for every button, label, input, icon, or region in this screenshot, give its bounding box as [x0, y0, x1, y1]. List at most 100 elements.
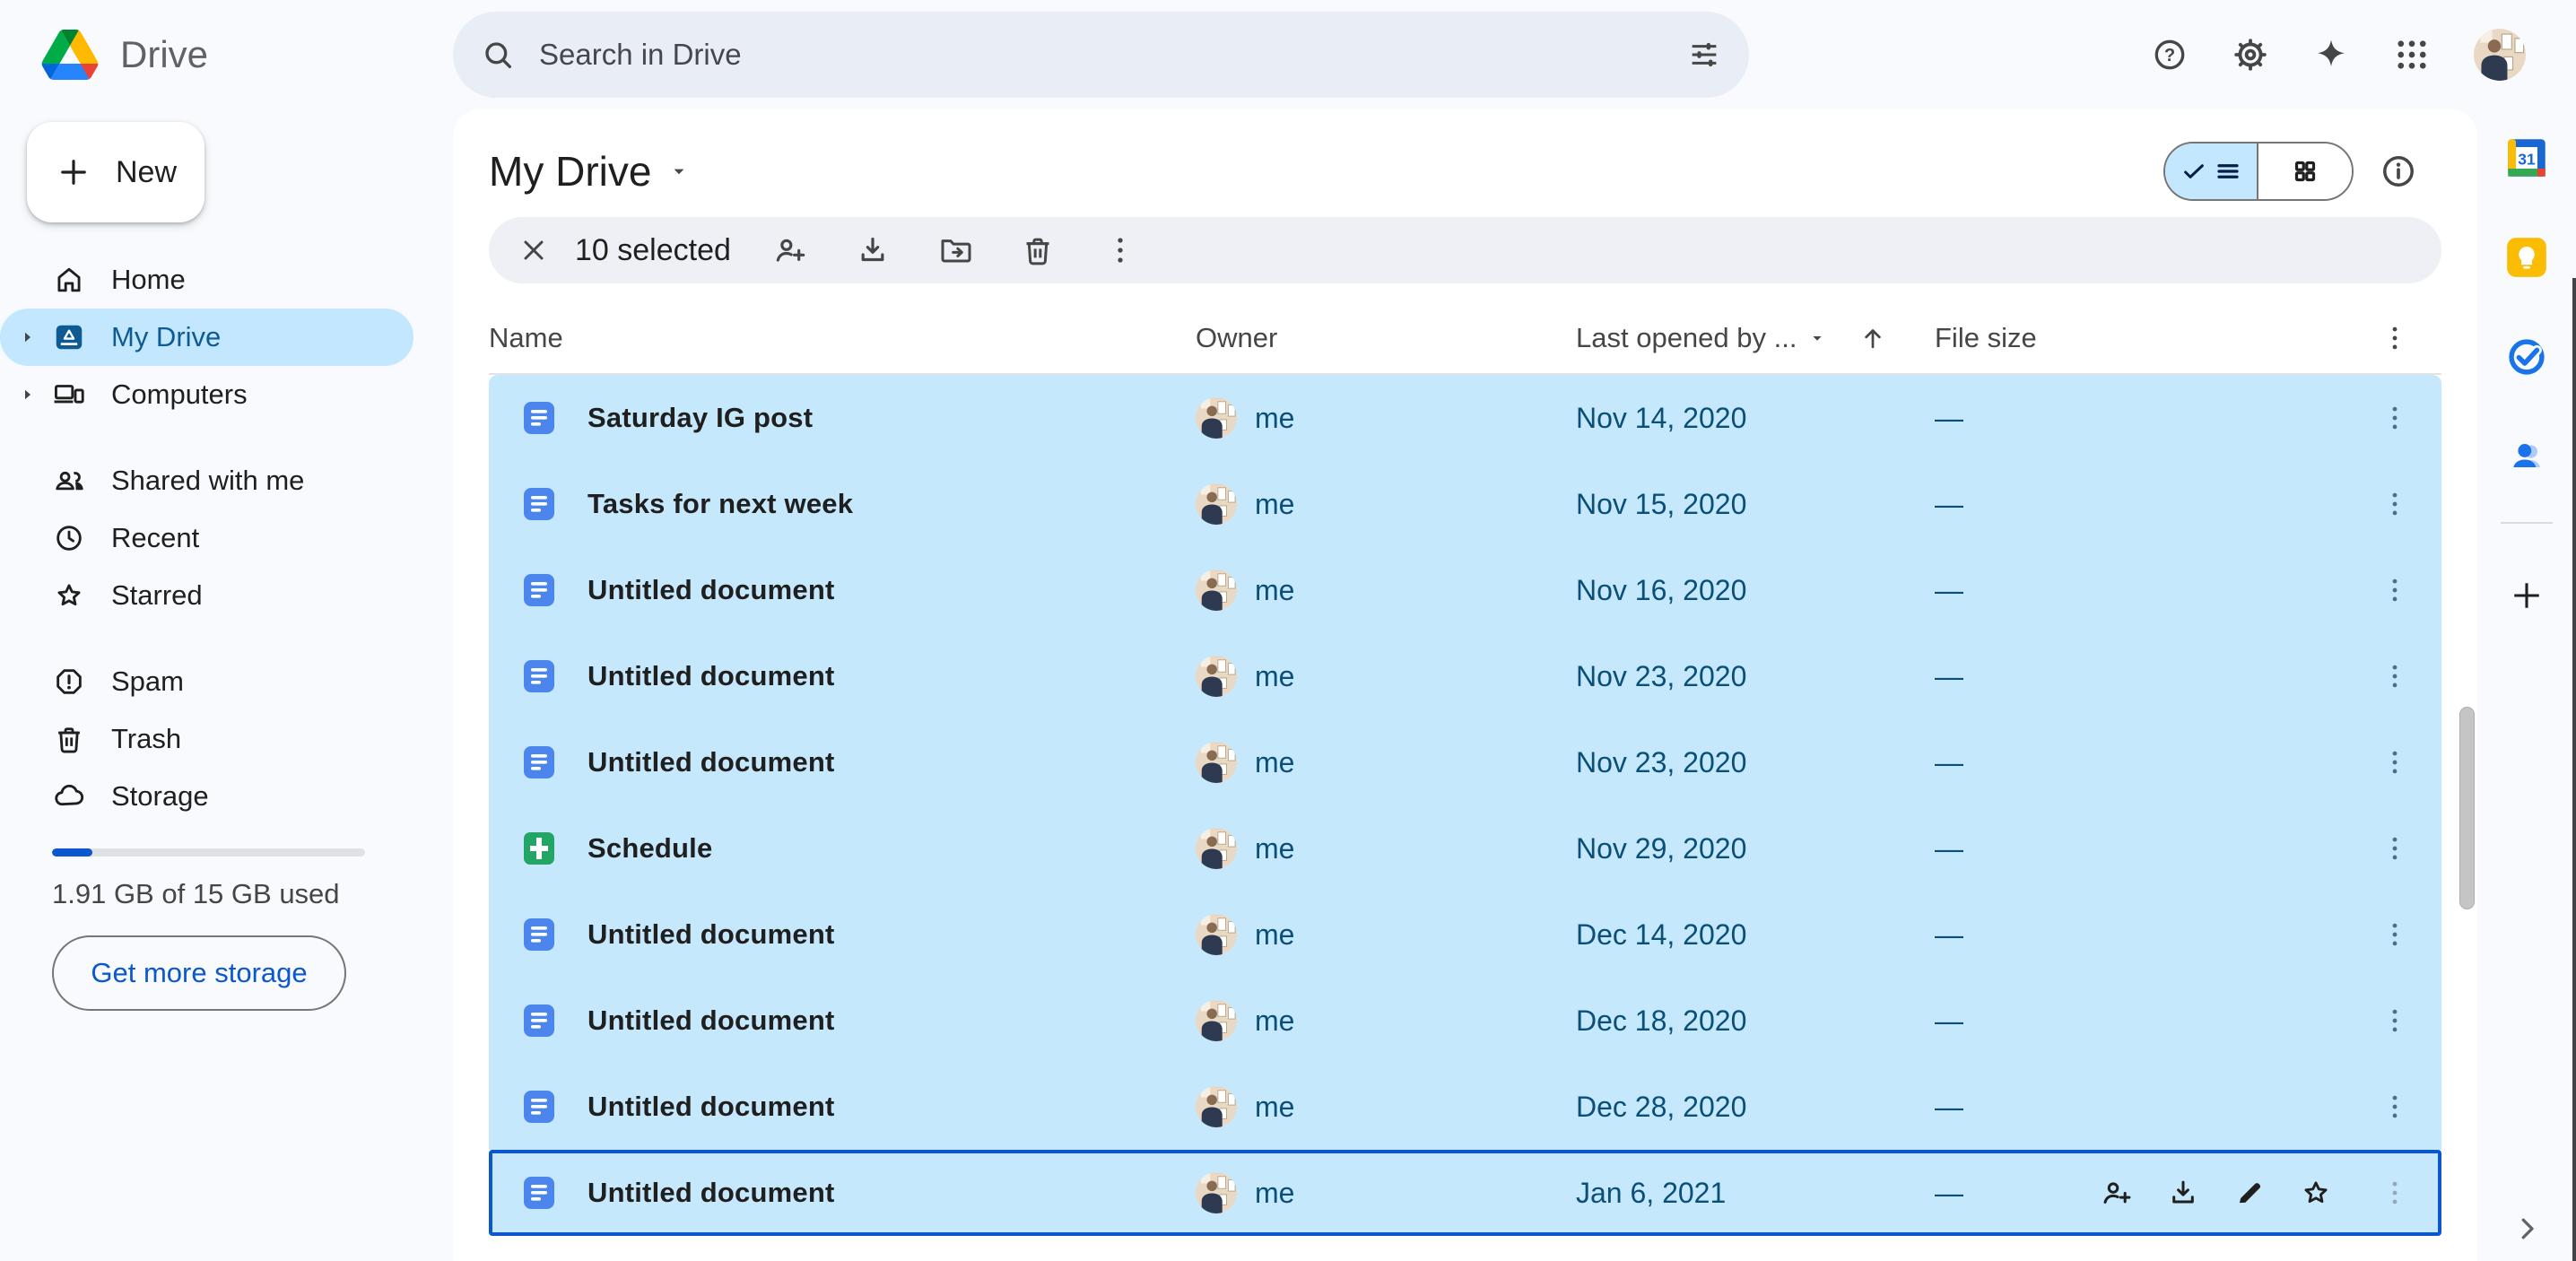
collapse-panel-chevron-icon[interactable] — [2511, 1213, 2543, 1245]
new-button[interactable]: New — [27, 122, 205, 222]
owner-label: me — [1255, 745, 1295, 778]
last-opened-value: Nov 16, 2020 — [1576, 573, 1747, 606]
column-header-name[interactable]: Name — [489, 322, 1196, 354]
my-drive-icon — [56, 325, 83, 350]
file-name-cell: Untitled document — [489, 572, 1196, 608]
table-row[interactable]: Schedule me Nov 29, 2020 — — [489, 805, 2441, 891]
rename-pencil-icon[interactable] — [2232, 1176, 2267, 1210]
owner-label: me — [1255, 1004, 1295, 1037]
owner-label: me — [1255, 831, 1295, 865]
file-name: Untitled document — [587, 1004, 835, 1036]
grid-view-button[interactable] — [2258, 143, 2352, 199]
table-row[interactable]: Tasks for next week me Nov 15, 2020 — — [489, 461, 2441, 547]
side-panel-divider — [2501, 522, 2553, 524]
file-name: Untitled document — [587, 574, 835, 605]
list-view-icon — [2217, 164, 2239, 178]
column-header-file-size[interactable]: File size — [1935, 322, 2347, 354]
last-opened-value: Nov 15, 2020 — [1576, 487, 1747, 520]
get-add-ons-plus-icon[interactable] — [2507, 576, 2546, 615]
sidebar-item-home[interactable]: Home — [0, 251, 413, 309]
owner-avatar — [1196, 570, 1237, 611]
help-icon[interactable]: ? — [2151, 36, 2189, 74]
keep-icon[interactable] — [2505, 236, 2548, 279]
table-row[interactable]: Saturday IG post me Nov 14, 2020 — — [489, 375, 2441, 461]
download-icon[interactable] — [2166, 1176, 2200, 1210]
trash-icon[interactable] — [1020, 232, 1056, 268]
google-doc-icon — [524, 918, 554, 951]
owner-avatar — [1196, 1000, 1237, 1041]
table-row[interactable]: Untitled document me Nov 23, 2020 — — [489, 719, 2441, 805]
table-row[interactable]: Untitled document me Dec 14, 2020 — — [489, 891, 2441, 978]
get-more-storage-button[interactable]: Get more storage — [52, 935, 346, 1011]
sidebar-item-trash[interactable]: Trash — [0, 710, 413, 768]
column-header-last-opened[interactable]: Last opened by ... — [1576, 322, 1935, 354]
sidebar-item-computers[interactable]: Computers — [0, 366, 413, 423]
file-size-value: — — [1935, 659, 1963, 692]
row-more-options-icon[interactable] — [2379, 1177, 2411, 1209]
owner-cell: me — [1196, 914, 1576, 955]
page-title[interactable]: My Drive — [489, 147, 691, 196]
row-more-options-icon[interactable] — [2379, 574, 2411, 606]
row-more-options-icon[interactable] — [2379, 402, 2411, 434]
more-options-icon[interactable] — [1102, 232, 1138, 268]
chevron-right-icon — [25, 332, 30, 343]
sidebar-item-shared-with-me[interactable]: Shared with me — [0, 452, 413, 509]
sidebar-item-spam[interactable]: Spam — [0, 653, 413, 710]
owner-cell: me — [1196, 1000, 1576, 1041]
table-more-options-icon[interactable] — [2379, 322, 2411, 354]
owner-label: me — [1255, 1090, 1295, 1123]
row-more-options-icon[interactable] — [2379, 746, 2411, 778]
star-icon[interactable] — [2299, 1176, 2333, 1210]
close-icon[interactable] — [518, 234, 550, 266]
gemini-sparkle-icon[interactable] — [2312, 36, 2350, 74]
contacts-icon[interactable] — [2505, 435, 2548, 478]
sidebar-item-recent[interactable]: Recent — [0, 509, 413, 567]
owner-avatar — [1196, 397, 1237, 439]
settings-gear-icon[interactable] — [2232, 36, 2269, 74]
table-row[interactable]: Untitled document me Jan 6, 2021 — — [489, 1150, 2441, 1236]
advanced-search-tune-icon[interactable] — [1686, 37, 1722, 73]
file-size-cell: — — [1935, 918, 2347, 952]
share-person-add-icon[interactable] — [2100, 1176, 2134, 1210]
sidebar-item-storage[interactable]: Storage — [0, 768, 413, 825]
owner-cell: me — [1196, 1086, 1576, 1127]
account-avatar[interactable] — [2474, 29, 2526, 81]
row-more-options-icon[interactable] — [2379, 660, 2411, 692]
move-to-folder-icon[interactable] — [937, 232, 973, 268]
table-row[interactable]: Untitled document me Nov 23, 2020 — — [489, 633, 2441, 719]
download-icon[interactable] — [855, 232, 891, 268]
row-more-options-icon[interactable] — [2379, 1004, 2411, 1037]
table-row[interactable]: Untitled document me Dec 18, 2020 — — [489, 978, 2441, 1064]
calendar-icon[interactable]: 31 — [2505, 136, 2548, 179]
sidebar-item-my-drive[interactable]: My Drive — [0, 309, 413, 366]
search-input[interactable] — [537, 37, 1665, 73]
sidebar-item-starred[interactable]: Starred — [0, 567, 413, 624]
computers-icon — [54, 385, 84, 404]
vertical-scrollbar[interactable] — [2459, 707, 2475, 909]
sort-ascending-icon[interactable] — [1858, 323, 1888, 353]
home-icon — [57, 267, 81, 292]
search-icon[interactable] — [480, 37, 516, 73]
drive-logo[interactable]: Drive — [0, 30, 453, 80]
shared-people-icon — [56, 471, 83, 491]
share-person-add-icon[interactable] — [772, 232, 808, 268]
file-name-cell: Untitled document — [489, 917, 1196, 952]
info-icon[interactable] — [2379, 152, 2418, 191]
row-more-options-icon[interactable] — [2379, 488, 2411, 520]
google-apps-grid-icon[interactable] — [2393, 36, 2431, 74]
list-view-button[interactable] — [2165, 143, 2258, 199]
row-more-options-icon[interactable] — [2379, 1091, 2411, 1123]
file-name: Untitled document — [587, 1091, 835, 1122]
file-name-cell: Untitled document — [489, 1089, 1196, 1125]
table-row[interactable]: Untitled document me Dec 28, 2020 — — [489, 1064, 2441, 1150]
topbar-actions: ? — [2151, 29, 2576, 81]
table-header: Name Owner Last opened by ... File size — [489, 303, 2441, 375]
file-name: Untitled document — [587, 918, 835, 950]
sidebar-item-label: Spam — [111, 665, 184, 697]
tasks-icon[interactable] — [2505, 335, 2548, 378]
column-header-owner[interactable]: Owner — [1196, 322, 1576, 354]
table-row[interactable]: Untitled document me Nov 16, 2020 — — [489, 547, 2441, 633]
search-bar[interactable] — [453, 12, 1749, 98]
row-more-options-icon[interactable] — [2379, 832, 2411, 865]
row-more-options-icon[interactable] — [2379, 918, 2411, 951]
